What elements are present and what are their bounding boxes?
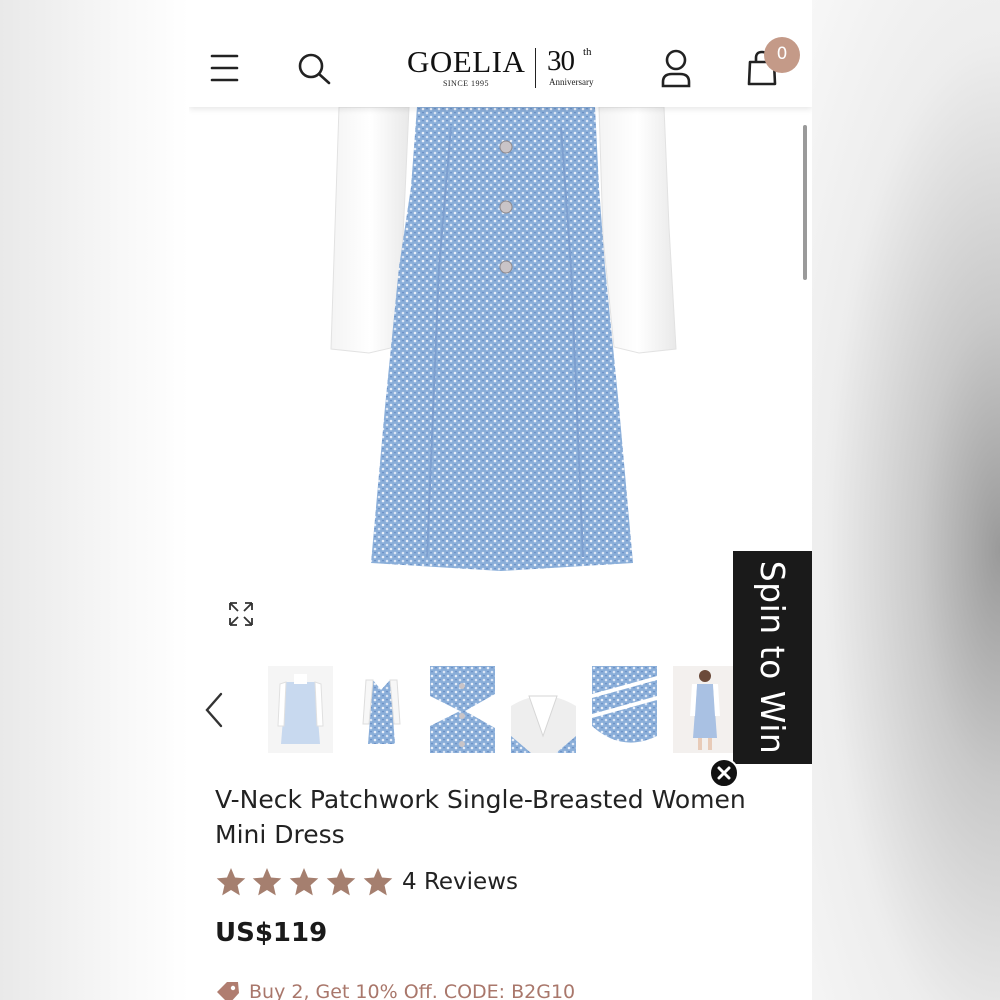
thumbnail-5[interactable] — [592, 666, 657, 753]
thumbnail-1[interactable] — [268, 666, 333, 753]
star-icon — [289, 868, 319, 896]
brand-since: SINCE 1995 — [442, 79, 490, 88]
brand-name: GOELIA — [407, 44, 526, 79]
cart-count-badge[interactable]: 0 — [764, 37, 800, 73]
image-scrollbar[interactable] — [803, 125, 807, 280]
thumbnail-6[interactable] — [673, 666, 738, 753]
anniversary-label: Anniversary — [549, 77, 594, 87]
promo-text: Buy 2, Get 10% Off. CODE: B2G10 — [249, 981, 576, 1000]
thumbnail-4[interactable] — [511, 666, 576, 753]
expand-icon[interactable] — [227, 600, 255, 628]
background-right — [812, 0, 1000, 1000]
star-icon — [216, 868, 246, 896]
rating-stars[interactable] — [215, 866, 395, 900]
anniversary-number: 30 — [547, 45, 575, 77]
promo-banner: Buy 2, Get 10% Off. CODE: B2G10 — [215, 978, 775, 1000]
close-icon[interactable] — [709, 758, 739, 788]
spin-to-win-label: Spin to Win — [753, 560, 792, 755]
thumbnail-2[interactable] — [349, 666, 414, 753]
product-title: V-Neck Patchwork Single-Breasted Women M… — [215, 785, 746, 849]
hamburger-menu-icon[interactable] — [209, 48, 249, 88]
tag-icon — [217, 982, 239, 1000]
product-main-image[interactable] — [189, 106, 812, 647]
star-icon — [252, 868, 282, 896]
user-icon[interactable] — [656, 48, 696, 88]
brand-logo[interactable]: GOELIA SINCE 1995 30 th Anniversary — [407, 46, 602, 90]
thumbnail-3[interactable] — [430, 666, 495, 753]
search-icon[interactable] — [295, 48, 335, 88]
reviews-link[interactable]: 4 Reviews — [402, 866, 518, 898]
background-left — [0, 0, 189, 1000]
product-price: US$119 — [215, 918, 328, 948]
star-icon — [363, 868, 393, 896]
mobile-page: GOELIA SINCE 1995 30 th Anniversary 0 Sp… — [189, 0, 812, 1000]
spin-to-win-tab[interactable]: Spin to Win — [733, 551, 812, 764]
star-icon — [326, 868, 356, 896]
site-header: GOELIA SINCE 1995 30 th Anniversary 0 — [189, 0, 812, 107]
logo-divider — [535, 48, 536, 88]
chevron-left-icon[interactable] — [201, 690, 229, 730]
anniversary-suffix: th — [583, 46, 592, 58]
